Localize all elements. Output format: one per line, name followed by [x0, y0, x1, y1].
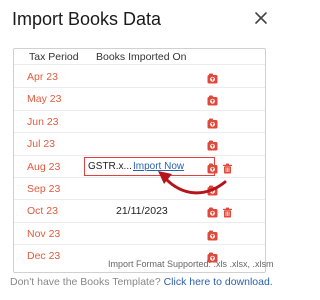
import-formats-note: Import Format Supported: .xls .xlsx, .xl… — [108, 259, 274, 269]
tax-period-label[interactable]: May 23 — [27, 93, 61, 106]
close-icon[interactable] — [254, 11, 268, 25]
dialog-header: Import Books Data — [12, 6, 270, 32]
upload-icon[interactable] — [207, 205, 218, 218]
tax-period-label[interactable]: Nov 23 — [27, 228, 60, 241]
upload-icon[interactable] — [207, 116, 218, 129]
tax-period-label[interactable]: Aug 23 — [27, 161, 60, 174]
table-header: Tax Period Books Imported On — [14, 49, 265, 65]
upload-icon[interactable] — [207, 228, 218, 241]
table-row: Jul 23 — [14, 133, 265, 156]
header-books-imported-on: Books Imported On — [96, 51, 187, 63]
tax-period-label[interactable]: Apr 23 — [27, 71, 58, 84]
table-row: May 23 — [14, 88, 265, 111]
uploaded-file-name: GSTR.x... — [88, 160, 132, 172]
tax-period-label[interactable]: Jun 23 — [27, 116, 59, 129]
upload-icon[interactable] — [207, 183, 218, 196]
tax-period-label[interactable]: Dec 23 — [27, 250, 60, 263]
tax-period-label[interactable]: Oct 23 — [27, 205, 58, 218]
trash-icon[interactable] — [222, 205, 233, 218]
upload-icon[interactable] — [207, 161, 218, 174]
trash-icon[interactable] — [222, 161, 233, 174]
dialog-title: Import Books Data — [12, 9, 162, 29]
file-upload-box[interactable]: GSTR.x... Import Now — [84, 156, 215, 176]
download-template-link[interactable]: Click here to download. — [164, 276, 273, 288]
template-download-row: Don't have the Books Template? Click her… — [10, 275, 273, 289]
tax-period-label[interactable]: Jul 23 — [27, 138, 55, 151]
import-now-link[interactable]: Import Now — [133, 161, 184, 173]
table-row: Aug 23 GSTR.x... Import Now — [14, 156, 265, 178]
header-tax-period: Tax Period — [29, 51, 79, 63]
upload-icon[interactable] — [207, 71, 218, 84]
table-row: Jun 23 — [14, 111, 265, 134]
imported-on-date: 21/11/2023 — [116, 205, 168, 218]
upload-icon[interactable] — [207, 93, 218, 106]
template-question: Don't have the Books Template? — [10, 276, 161, 288]
table-row: Nov 23 — [14, 223, 265, 246]
import-books-dialog: Import Books Data Tax Period Books Impor… — [0, 0, 276, 300]
books-table-panel: Tax Period Books Imported On Apr 23 May 2… — [13, 48, 266, 273]
upload-icon[interactable] — [207, 138, 218, 151]
table-row: Apr 23 — [14, 66, 265, 89]
tax-period-label[interactable]: Sep 23 — [27, 183, 60, 196]
table-row: Oct 23 21/11/2023 — [14, 200, 265, 223]
table-row: Sep 23 — [14, 178, 265, 201]
